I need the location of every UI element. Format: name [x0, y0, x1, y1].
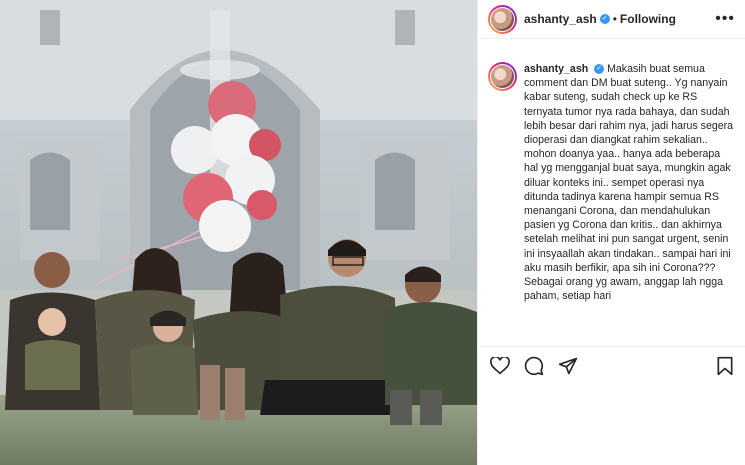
post-detail-panel: ashanty_ash ✓ • Following ••• ashanty_as… [477, 0, 745, 465]
family-photo-illustration [0, 0, 477, 465]
caption-body: ashanty_ash ✓ Makasih buat semua comment… [524, 62, 734, 303]
verified-badge-icon: ✓ [599, 14, 610, 24]
separator-dot: • [612, 12, 617, 26]
action-bar [478, 346, 745, 384]
share-icon[interactable] [558, 356, 578, 376]
bookmark-icon[interactable] [716, 356, 734, 376]
verified-badge-icon: ✓ [594, 64, 605, 75]
comment-icon[interactable] [524, 356, 544, 376]
avatar-image [491, 65, 514, 88]
follow-status-button[interactable]: Following [620, 12, 676, 26]
post-header: ashanty_ash ✓ • Following ••• [478, 0, 745, 39]
heart-icon[interactable] [490, 356, 510, 375]
username-link[interactable]: ashanty_ash [524, 12, 597, 26]
avatar[interactable] [488, 4, 517, 34]
caption-username[interactable]: ashanty_ash [524, 63, 588, 75]
caption-avatar[interactable] [488, 62, 517, 91]
caption: ashanty_ash ✓ Makasih buat semua comment… [488, 62, 738, 303]
post-photo[interactable] [0, 0, 477, 465]
avatar-image [491, 7, 514, 31]
caption-text: Makasih buat semua comment dan DM buat s… [524, 63, 734, 303]
more-options-icon[interactable]: ••• [715, 10, 735, 28]
